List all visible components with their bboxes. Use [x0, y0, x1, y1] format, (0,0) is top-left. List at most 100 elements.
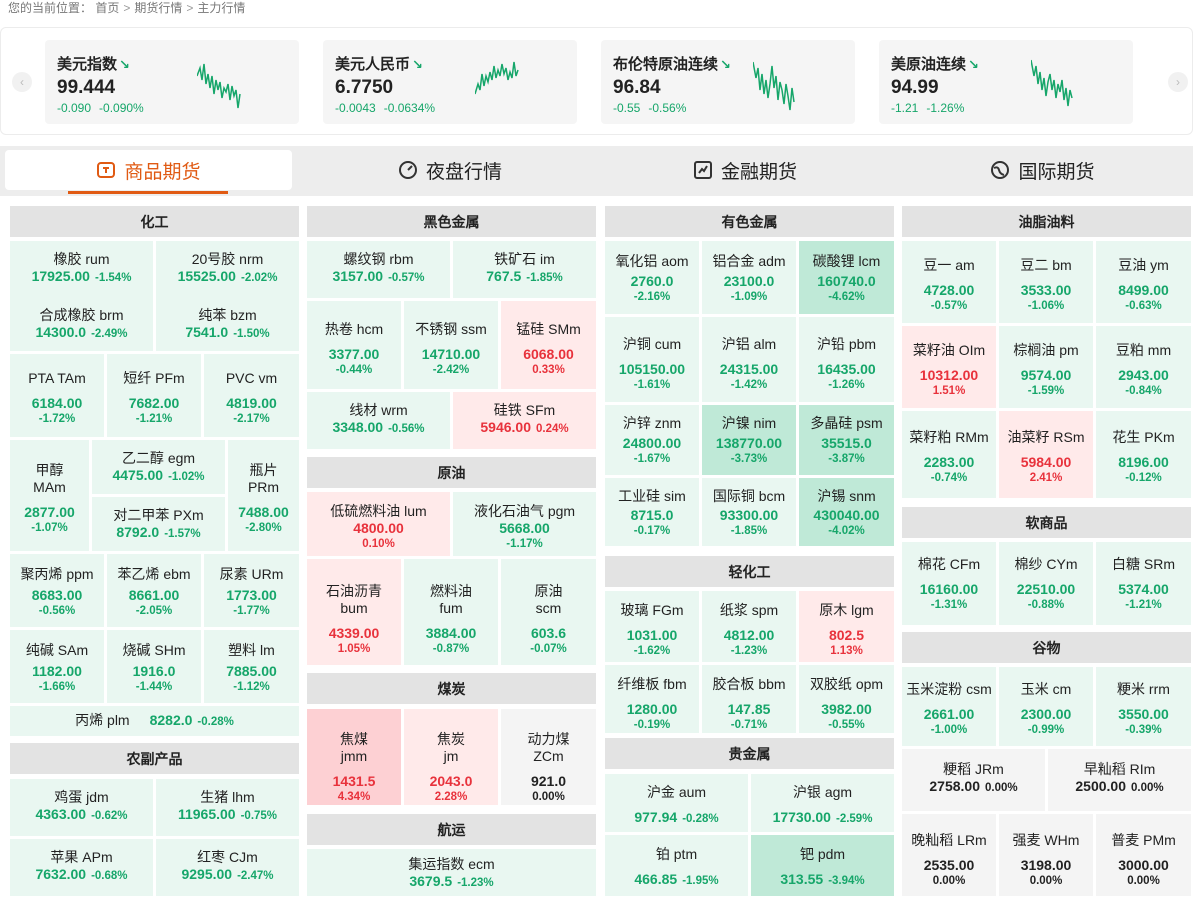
contract-name: 粳米 rrm [1117, 681, 1170, 697]
trend-down-icon: ↘ [119, 57, 130, 72]
quote-cell-lgm[interactable]: 原木 lgm 802.5 1.13% [799, 591, 894, 662]
price: 9295.00 [181, 866, 233, 882]
quote-cell-rsm[interactable]: 油菜籽 RSm 5984.00 2.41% [999, 411, 1093, 498]
quote-cell-znm[interactable]: 沪锌 znm 24800.00 -1.67% [605, 405, 699, 475]
quote-cell-fum[interactable]: 燃料油 fum 3884.00 -0.87% [404, 559, 498, 665]
quote-cell-tam[interactable]: PTA TAm 6184.00 -1.72% [10, 354, 104, 437]
quote-cell-srm[interactable]: 白糖 SRm 5374.00 -1.21% [1096, 542, 1191, 625]
breadcrumb-futures-link[interactable]: 期货行情 [134, 1, 182, 15]
quote-cell-aum[interactable]: 沪金 aum 977.94 -0.28% [605, 774, 748, 832]
quote-cell-snm[interactable]: 沪锡 snm 430040.00 -4.02% [799, 478, 894, 546]
quote-cell-egm[interactable]: 乙二醇 egm 4475.00 -1.02% [92, 440, 225, 494]
quote-cell-pfm[interactable]: 短纤 PFm 7682.00 -1.21% [107, 354, 201, 437]
quote-cell-cym[interactable]: 棉纱 CYm 22510.00 -0.88% [999, 542, 1093, 625]
quote-cell-ym[interactable]: 豆油 ym 8499.00 -0.63% [1096, 241, 1191, 323]
price: 3679.5 [409, 873, 453, 889]
index-card-usdcny[interactable]: 美元人民币 ↘ 6.7750 -0.0043 -0.0634% [323, 40, 577, 124]
quote-cell-scm[interactable]: 原油 scm 603.6 -0.07% [501, 559, 596, 665]
quote-cell-apm[interactable]: 苹果 APm 7632.00 -0.68% [10, 839, 153, 896]
quote-cell-shm[interactable]: 烧碱 SHm 1916.0 -1.44% [107, 630, 201, 703]
quote-cell-pgm[interactable]: 液化石油气 pgm 5668.00 -1.17% [453, 492, 596, 556]
quote-cell-ecm[interactable]: 集运指数 ecm 3679.5 -1.23% [307, 849, 596, 896]
quote-cell-fbm[interactable]: 纤维板 fbm 1280.00 -0.19% [605, 665, 699, 733]
price: 5374.00 [1118, 581, 1169, 597]
quote-cell-mm[interactable]: 豆粕 mm 2943.00 -0.84% [1096, 326, 1191, 408]
quote-cell-wrm[interactable]: 线材 wrm 3348.00 -0.56% [307, 392, 450, 449]
tab-financial-futures[interactable]: 金融期货 [605, 150, 885, 190]
quote-cell-nim[interactable]: 沪镍 nim 138770.00 -3.73% [702, 405, 796, 475]
quote-cell-adm[interactable]: 铝合金 adm 23100.0 -1.09% [702, 241, 796, 314]
quote-cell-mam[interactable]: 甲醇 MAm 2877.00 -1.07% [10, 440, 89, 551]
quote-cell-urm[interactable]: 尿素 URm 1773.00 -1.77% [204, 554, 299, 627]
quote-cell-prm[interactable]: 瓶片 PRm 7488.00 -2.80% [228, 440, 299, 551]
contract-name: 玉米 cm [1020, 681, 1072, 697]
quote-cell-lm[interactable]: 塑料 lm 7885.00 -1.12% [204, 630, 299, 703]
change-pct: -2.16% [633, 291, 671, 303]
quote-cell-whm[interactable]: 强麦 WHm 3198.00 0.00% [999, 814, 1093, 896]
quote-cell-bbm[interactable]: 胶合板 bbm 147.85 -0.71% [702, 665, 796, 733]
quote-cell-smm[interactable]: 锰硅 SMm 6068.00 0.33% [501, 301, 596, 389]
quote-cell-csm[interactable]: 玉米淀粉 csm 2661.00 -1.00% [902, 667, 996, 746]
quote-cell-jrm[interactable]: 粳稻 JRm 2758.00 0.00% [902, 749, 1045, 811]
tab-night-session[interactable]: 夜盘行情 [310, 150, 590, 190]
prev-arrow-button[interactable]: ‹ [12, 72, 32, 92]
quote-cell-cfm[interactable]: 棉花 CFm 16160.00 -1.31% [902, 542, 996, 625]
quote-cell-im[interactable]: 铁矿石 im 767.5 -1.85% [453, 241, 596, 298]
quote-cell-ssm[interactable]: 不锈钢 ssm 14710.00 -2.42% [404, 301, 498, 389]
quote-cell-bcm[interactable]: 国际铜 bcm 93300.00 -1.85% [702, 478, 796, 546]
quote-cell-vm[interactable]: PVC vm 4819.00 -2.17% [204, 354, 299, 437]
tab-international-futures[interactable]: 国际期货 [900, 150, 1185, 190]
quote-cell-cum[interactable]: 沪铜 cum 105150.00 -1.61% [605, 317, 699, 402]
quote-cell-spm[interactable]: 纸浆 spm 4812.00 -1.23% [702, 591, 796, 662]
quote-cell-opm[interactable]: 双胶纸 opm 3982.00 -0.55% [799, 665, 894, 733]
quote-cell-ebm[interactable]: 苯乙烯 ebm 8661.00 -2.05% [107, 554, 201, 627]
quote-cell-pmm[interactable]: 普麦 PMm 3000.00 0.00% [1096, 814, 1191, 896]
change-pct: -0.56% [388, 423, 425, 435]
quote-cell-aom[interactable]: 氧化铝 aom 2760.0 -2.16% [605, 241, 699, 314]
quote-cell-plm[interactable]: 丙烯 plm 8282.0 -0.28% [10, 706, 299, 736]
quote-cell-sfm[interactable]: 硅铁 SFm 5946.00 0.24% [453, 392, 596, 449]
quote-cell-am[interactable]: 豆一 am 4728.00 -0.57% [902, 241, 996, 323]
quote-cell-pxm[interactable]: 对二甲苯 PXm 8792.0 -1.57% [92, 497, 225, 551]
index-card-brent[interactable]: 布伦特原油连续 ↘ 96.84 -0.55 -0.56% [601, 40, 855, 124]
quote-cell-cm[interactable]: 玉米 cm 2300.00 -0.99% [999, 667, 1093, 746]
quote-cell-ppm[interactable]: 聚丙烯 ppm 8683.00 -0.56% [10, 554, 104, 627]
quote-cell-rim[interactable]: 早籼稻 RIm 2500.00 0.00% [1048, 749, 1191, 811]
quote-cell-sam[interactable]: 纯碱 SAm 1182.00 -1.66% [10, 630, 104, 703]
quote-cell-jmm[interactable]: 焦煤 jmm 1431.5 4.34% [307, 709, 401, 805]
next-arrow-button[interactable]: › [1168, 72, 1188, 92]
contract-name: 瓶片 [249, 462, 278, 478]
quote-cell-lhm[interactable]: 生猪 lhm 11965.00 -0.75% [156, 779, 299, 836]
quote-cell-pdm[interactable]: 钯 pdm 313.55 -3.94% [751, 835, 894, 896]
tab-commodity-futures[interactable]: 商品期货 [5, 150, 292, 194]
quote-cell-alm[interactable]: 沪铝 alm 24315.00 -1.42% [702, 317, 796, 402]
quote-cell-rmm[interactable]: 菜籽粕 RMm 2283.00 -0.74% [902, 411, 996, 498]
quote-cell-bum[interactable]: 石油沥青 bum 4339.00 1.05% [307, 559, 401, 665]
quote-cell-hcm[interactable]: 热卷 hcm 3377.00 -0.44% [307, 301, 401, 389]
quote-cell-rbm[interactable]: 螺纹钢 rbm 3157.00 -0.57% [307, 241, 450, 298]
quote-cell-bzm[interactable]: 纯苯 bzm 7541.0 -1.50% [156, 298, 299, 351]
quote-cell-jm[interactable]: 焦炭 jm 2043.0 2.28% [404, 709, 498, 805]
quote-cell-cjm[interactable]: 红枣 CJm 9295.00 -2.47% [156, 839, 299, 896]
quote-cell-bm[interactable]: 豆二 bm 3533.00 -1.06% [999, 241, 1093, 323]
quote-cell-pkm[interactable]: 花生 PKm 8196.00 -0.12% [1096, 411, 1191, 498]
index-card-wti[interactable]: 美原油连续 ↘ 94.99 -1.21 -1.26% [879, 40, 1133, 124]
quote-cell-pbm[interactable]: 沪铅 pbm 16435.00 -1.26% [799, 317, 894, 402]
quote-cell-agm[interactable]: 沪银 agm 17730.00 -2.59% [751, 774, 894, 832]
quote-cell-fgm[interactable]: 玻璃 FGm 1031.00 -1.62% [605, 591, 699, 662]
quote-cell-rrm[interactable]: 粳米 rrm 3550.00 -0.39% [1096, 667, 1191, 746]
quote-cell-lrm[interactable]: 晚籼稻 LRm 2535.00 0.00% [902, 814, 996, 896]
contract-name: 乙二醇 egm [121, 450, 196, 466]
quote-cell-pm[interactable]: 棕榈油 pm 9574.00 -1.59% [999, 326, 1093, 408]
quote-cell-sim[interactable]: 工业硅 sim 8715.0 -0.17% [605, 478, 699, 546]
quote-cell-lum[interactable]: 低硫燃料油 lum 4800.00 0.10% [307, 492, 450, 556]
quote-cell-oim[interactable]: 菜籽油 OIm 10312.00 1.51% [902, 326, 996, 408]
quote-cell-brm[interactable]: 合成橡胶 brm 14300.0 -2.49% [10, 298, 153, 351]
quote-cell-jdm[interactable]: 鸡蛋 jdm 4363.00 -0.62% [10, 779, 153, 836]
quote-cell-psm[interactable]: 多晶硅 psm 35515.0 -3.87% [799, 405, 894, 475]
quote-cell-zcm[interactable]: 动力煤 ZCm 921.0 0.00% [501, 709, 596, 805]
quote-cell-lcm[interactable]: 碳酸锂 lcm 160740.0 -4.62% [799, 241, 894, 314]
index-card-dxy[interactable]: 美元指数 ↘ 99.444 -0.090 -0.090% [45, 40, 299, 124]
breadcrumb-home-link[interactable]: 首页 [95, 1, 119, 15]
quote-cell-ptm[interactable]: 铂 ptm 466.85 -1.95% [605, 835, 748, 896]
